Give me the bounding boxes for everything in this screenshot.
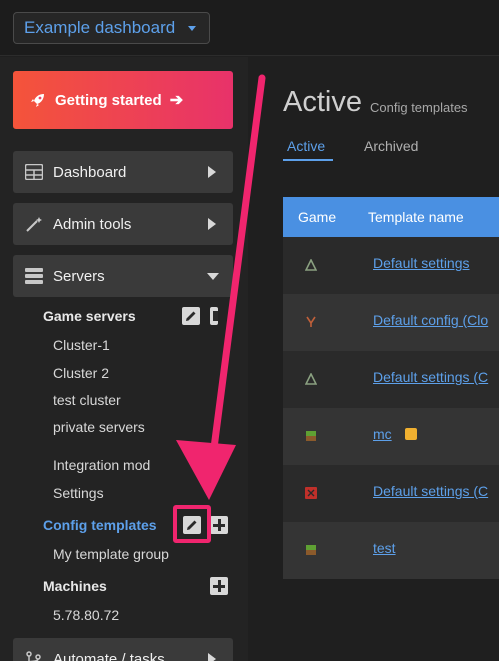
- template-link[interactable]: Default config (Clo: [373, 312, 488, 328]
- column-header-game: Game: [298, 209, 337, 225]
- rocket-icon: [31, 94, 44, 107]
- pencil-icon: [186, 311, 196, 321]
- sidebar-item-machine[interactable]: 5.78.80.72: [53, 607, 119, 623]
- table-row: Default settings (C: [283, 465, 499, 522]
- server-icon: [25, 268, 43, 284]
- table-row: Default settings: [283, 237, 499, 294]
- git-branch-icon: [26, 651, 41, 661]
- sidebar-item-cluster-2[interactable]: Cluster 2: [53, 365, 109, 381]
- annotation-highlight-box: [173, 505, 211, 543]
- dashboard-select-label: Example dashboard: [24, 18, 176, 37]
- sidebar-item-label: Servers: [53, 267, 105, 285]
- minecraft-icon: [306, 431, 316, 441]
- ark-icon: [305, 259, 317, 271]
- magic-wand-icon: [26, 217, 42, 232]
- table-row: mc: [283, 408, 499, 465]
- sidebar-item-integration-mod[interactable]: Integration mod: [53, 457, 150, 473]
- edit-game-servers-button[interactable]: [182, 307, 200, 325]
- tab-archived[interactable]: Archived: [364, 138, 418, 154]
- getting-started-button[interactable]: Getting started ➔: [13, 71, 233, 129]
- dashboard-select[interactable]: Example dashboard: [13, 12, 210, 44]
- table-row: Default config (Clo: [283, 294, 499, 351]
- chevron-down-icon: [188, 26, 196, 31]
- chevron-down-icon: [207, 273, 219, 280]
- sidebar-item-automate-tasks[interactable]: Automate / tasks: [13, 638, 233, 661]
- sidebar-item-label: Admin tools: [53, 215, 132, 233]
- template-link[interactable]: Default settings (C: [373, 369, 488, 385]
- sidebar-item-my-template-group[interactable]: My template group: [53, 546, 169, 562]
- sidebar-item-private-servers[interactable]: private servers: [53, 419, 145, 435]
- top-bar: Example dashboard: [0, 0, 499, 56]
- add-machine-button[interactable]: [210, 577, 228, 595]
- page-subtitle: Config templates: [370, 100, 468, 115]
- sidebar-item-label: Automate / tasks: [53, 650, 165, 661]
- ark-icon: [305, 373, 317, 385]
- sidebar-item-admin-tools[interactable]: Admin tools: [13, 203, 233, 245]
- plus-icon: [213, 580, 225, 592]
- page-title: Active: [283, 86, 362, 118]
- add-config-template-button[interactable]: [210, 516, 228, 534]
- machines-heading: Machines: [43, 578, 107, 594]
- template-link[interactable]: Default settings (C: [373, 483, 488, 499]
- templates-table: Game Template name Default settings Defa…: [283, 197, 499, 579]
- dashboard-icon: [25, 164, 43, 180]
- sidebar-item-cluster-1[interactable]: Cluster-1: [53, 337, 110, 353]
- table-header: Game Template name: [283, 197, 499, 237]
- seven-days-icon: [305, 487, 317, 499]
- getting-started-label: Getting started: [55, 91, 162, 109]
- column-header-template-name: Template name: [368, 209, 464, 225]
- minecraft-icon: [306, 545, 316, 555]
- sidebar-item-settings[interactable]: Settings: [53, 485, 104, 501]
- plus-icon: [213, 519, 225, 531]
- table-row: test: [283, 522, 499, 579]
- active-tab-indicator: [283, 159, 333, 161]
- sidebar-item-dashboard[interactable]: Dashboard: [13, 151, 233, 193]
- rust-icon: [306, 316, 316, 327]
- sidebar-item-config-templates[interactable]: Config templates: [43, 517, 157, 533]
- arrow-right-icon: ➔: [169, 92, 184, 109]
- sidebar-item-test-cluster[interactable]: test cluster: [53, 392, 121, 408]
- template-link[interactable]: Default settings: [373, 255, 470, 271]
- table-row: Default settings (C: [283, 351, 499, 408]
- template-link[interactable]: mc: [373, 426, 392, 442]
- plus-icon: [213, 311, 218, 321]
- chevron-right-icon: [208, 166, 216, 178]
- sidebar-item-label: Dashboard: [53, 163, 127, 181]
- add-game-server-button[interactable]: [210, 307, 218, 325]
- sidebar: Getting started ➔ Dashboard Admin tools …: [0, 57, 248, 661]
- chevron-right-icon: [208, 653, 216, 661]
- template-link[interactable]: test: [373, 540, 396, 556]
- game-servers-heading: Game servers: [43, 308, 136, 324]
- chevron-right-icon: [208, 218, 216, 230]
- sticky-note-icon[interactable]: [405, 428, 417, 440]
- tab-active[interactable]: Active: [287, 138, 325, 154]
- sidebar-item-servers[interactable]: Servers: [13, 255, 233, 297]
